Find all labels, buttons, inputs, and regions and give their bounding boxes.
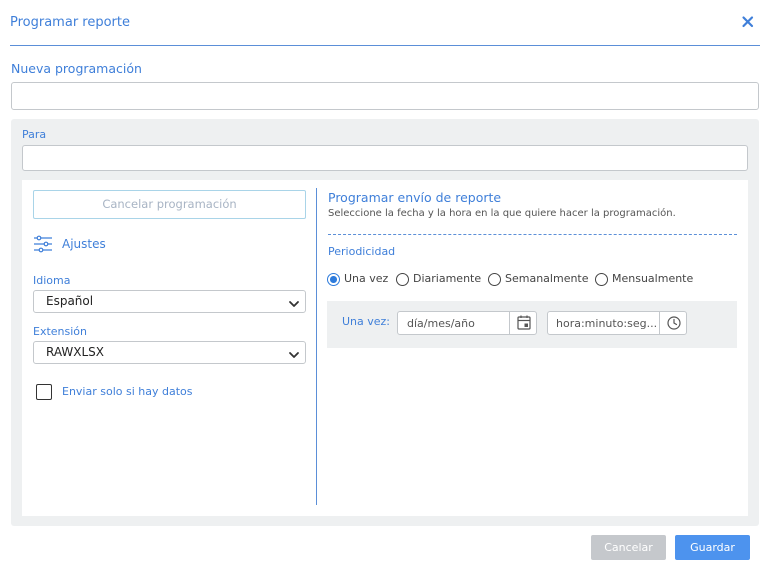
save-button[interactable]: Guardar <box>675 535 750 560</box>
extension-value: RAWXLSX <box>46 345 105 359</box>
una-vez-label: Una vez: <box>342 315 391 328</box>
periodicidad-label: Periodicidad <box>328 245 396 258</box>
programar-envio-subtitle: Seleccione la fecha y la hora en la que … <box>328 208 676 219</box>
header-divider <box>10 45 760 46</box>
radio-circle[interactable] <box>488 273 501 286</box>
sliders-icon <box>33 234 53 254</box>
dialog-header: Programar reporte <box>0 0 773 46</box>
clock-button[interactable] <box>659 312 687 334</box>
time-input[interactable]: hora:minuto:seg... <box>547 311 687 335</box>
chevron-down-icon <box>288 296 300 308</box>
close-icon[interactable] <box>740 14 756 30</box>
cancel-button[interactable]: Cancelar <box>591 535 666 560</box>
date-placeholder: día/mes/año <box>407 317 475 330</box>
extension-select[interactable]: RAWXLSX <box>33 341 306 364</box>
radio-label: Una vez <box>344 272 389 285</box>
date-input[interactable]: día/mes/año <box>397 311 537 335</box>
calendar-button[interactable] <box>509 312 537 334</box>
para-label: Para <box>22 128 47 141</box>
cancel-programacion-button[interactable]: Cancelar programación <box>33 190 306 219</box>
section-divider <box>328 234 737 235</box>
programar-envio-title: Programar envío de reporte <box>328 190 502 205</box>
time-placeholder: hora:minuto:seg... <box>556 317 658 330</box>
extension-label: Extensión <box>33 325 88 338</box>
idioma-value: Español <box>46 294 94 308</box>
enviar-solo-datos-label: Enviar solo si hay datos <box>62 385 193 398</box>
dialog-title: Programar reporte <box>10 15 130 30</box>
radio-label: Diariamente <box>413 272 482 285</box>
para-input[interactable] <box>22 145 748 171</box>
radio-circle[interactable] <box>396 273 409 286</box>
radio-label: Mensualmente <box>612 272 694 285</box>
nueva-programacion-input[interactable] <box>11 82 759 110</box>
ajustes-label: Ajustes <box>62 237 106 251</box>
radio-label: Semanalmente <box>505 272 589 285</box>
enviar-solo-datos-checkbox[interactable] <box>36 384 52 400</box>
calendar-icon <box>517 315 531 330</box>
radio-circle[interactable] <box>327 273 340 286</box>
column-divider <box>316 188 317 505</box>
idioma-select[interactable]: Español <box>33 290 306 313</box>
nueva-programacion-label: Nueva programación <box>11 61 142 76</box>
idioma-label: Idioma <box>33 274 71 287</box>
radio-circle[interactable] <box>595 273 608 286</box>
chevron-down-icon <box>288 347 300 359</box>
clock-icon <box>667 316 681 330</box>
